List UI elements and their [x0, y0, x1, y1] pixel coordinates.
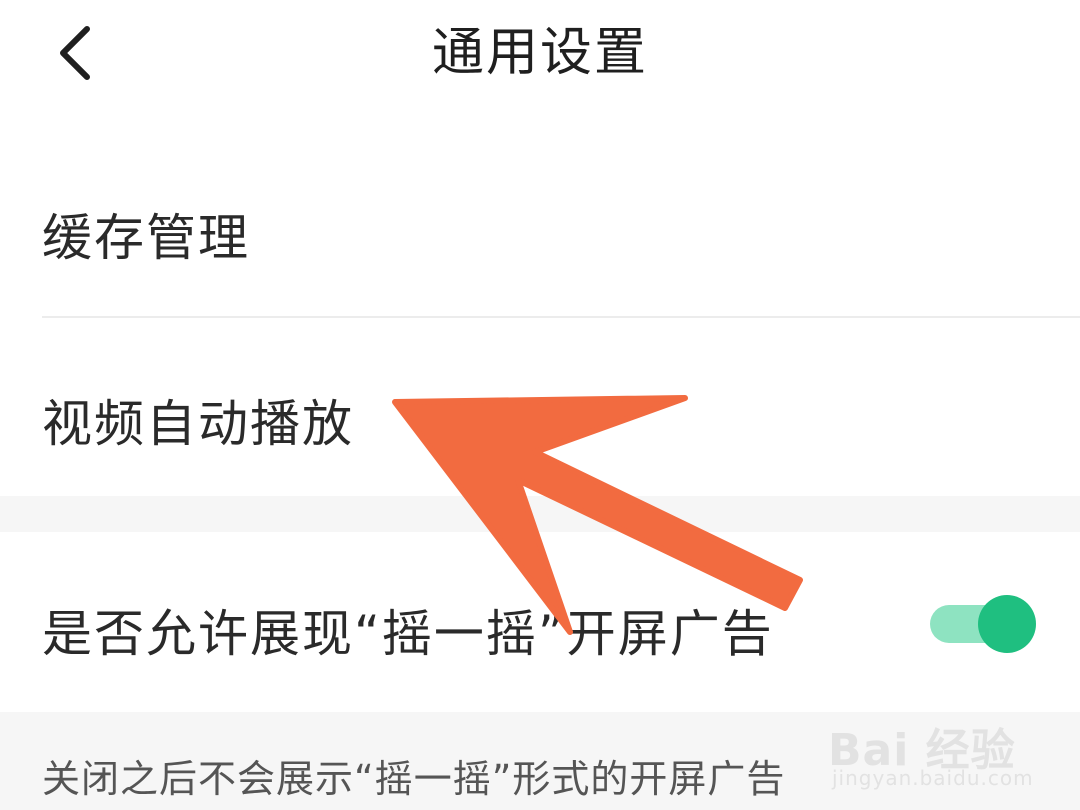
settings-item-cache-management[interactable]: 缓存管理 [0, 140, 1080, 318]
page-title: 通用设置 [431, 23, 648, 83]
settings-item-video-autoplay[interactable]: 视频自动播放 [0, 318, 1080, 496]
settings-item-label: 是否允许展现“摇一摇”开屏广告 [42, 605, 774, 663]
top-bar: 通用设置 [0, 0, 1080, 120]
toggle-knob [978, 595, 1036, 653]
settings-item-shake-ad: 是否允许展现“摇一摇”开屏广告 [0, 532, 1080, 712]
settings-item-label: 视频自动播放 [42, 395, 354, 453]
watermark-url: jingyan.baidu.com [832, 766, 1034, 790]
toggle-description: 关闭之后不会展示“摇一摇”形式的开屏广告 [42, 757, 786, 801]
baidu-jingyan-watermark: Bai 经验 jingyan.baidu.com [828, 690, 1068, 800]
shake-ad-toggle[interactable] [930, 595, 1036, 653]
section-gap [0, 496, 1080, 532]
settings-item-label: 缓存管理 [42, 209, 250, 267]
